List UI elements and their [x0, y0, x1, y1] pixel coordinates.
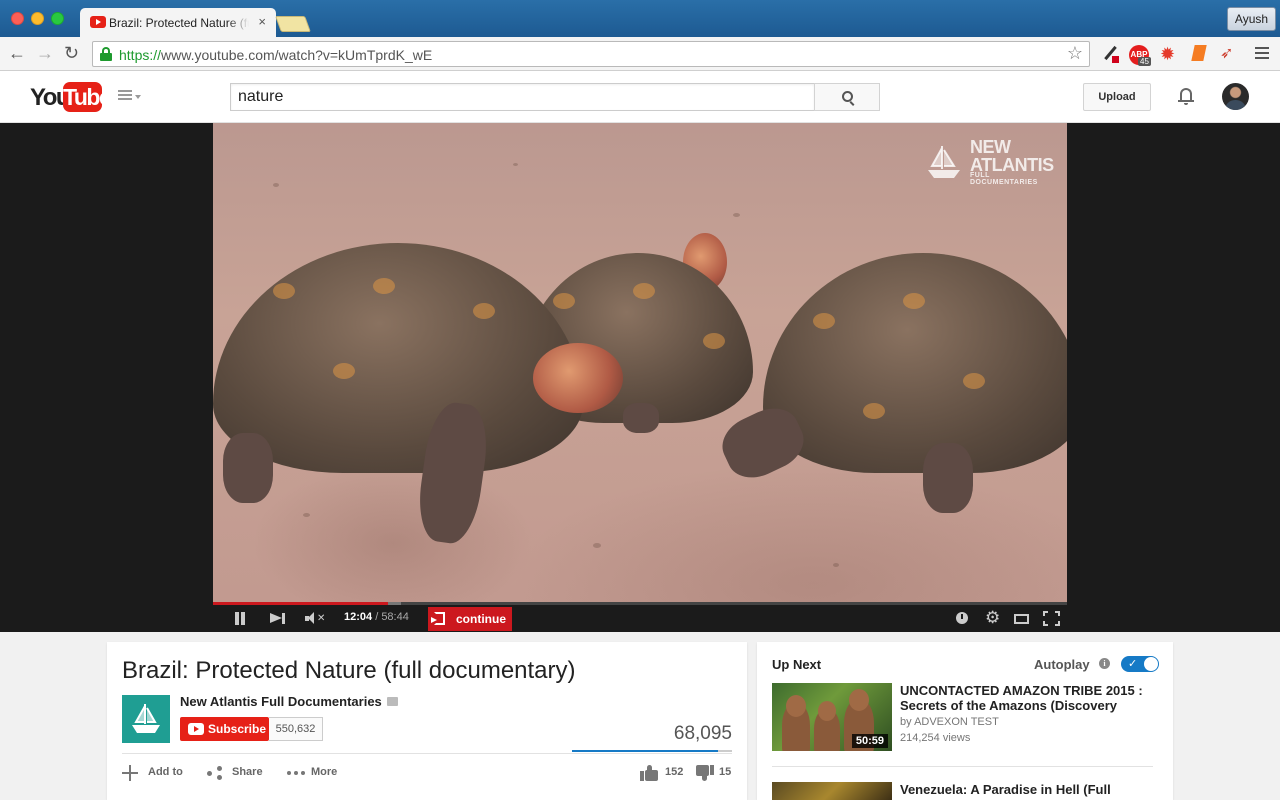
recommended-video-channel: by ADVEXON TEST: [900, 716, 999, 728]
pause-icon[interactable]: [233, 612, 247, 625]
muted-volume-icon[interactable]: ✕: [305, 612, 327, 625]
channel-watermark: NEW ATLANTIS FULL DOCUMENTARIES: [922, 136, 1054, 186]
divider: [772, 766, 1153, 767]
rocket-extension-icon[interactable]: ➶: [1220, 45, 1238, 63]
profile-button[interactable]: Ayush: [1227, 7, 1276, 31]
search-button[interactable]: [814, 83, 880, 111]
theater-mode-icon[interactable]: [1014, 614, 1029, 624]
eyedropper-extension-icon[interactable]: [1101, 45, 1119, 63]
window-minimize-button[interactable]: [31, 12, 44, 25]
forward-arrow-icon[interactable]: →: [36, 43, 54, 63]
guide-menu-icon[interactable]: [118, 90, 132, 102]
continue-label: continue: [456, 612, 506, 626]
video-frame[interactable]: [213, 123, 1067, 603]
reload-icon[interactable]: ↻: [64, 43, 79, 63]
subscriber-count: 550,632: [269, 717, 323, 741]
autoplay-label: Autoplay: [1034, 657, 1090, 672]
divider: [122, 753, 732, 754]
plus-icon[interactable]: [122, 765, 138, 781]
burst-extension-icon[interactable]: ✹: [1160, 45, 1178, 63]
user-avatar[interactable]: [1222, 83, 1249, 110]
adblock-count-badge: 45: [1138, 57, 1151, 66]
watermark-subtitle: FULL DOCUMENTARIES: [970, 172, 1038, 186]
youtube-play-icon: [188, 723, 204, 735]
tortoise-right: [703, 253, 1067, 523]
view-count: 68,095: [673, 723, 732, 744]
back-arrow-icon[interactable]: ←: [8, 43, 26, 63]
player-controls: ✕ 12:04 / 58:44 continue ⚙: [213, 605, 1067, 632]
window-maximize-button[interactable]: [51, 12, 64, 25]
subscribe-button[interactable]: Subscribe: [180, 717, 269, 741]
next-video-icon[interactable]: [270, 613, 286, 624]
ship-logo-icon: [928, 146, 960, 178]
time-display: 12:04 / 58:44: [344, 611, 409, 623]
secure-lock-icon: [100, 47, 112, 61]
recommended-video-title[interactable]: UNCONTACTED AMAZON TRIBE 2015 : Secrets …: [900, 683, 1160, 713]
like-ratio-bar: [572, 750, 732, 752]
dislike-count[interactable]: 15: [719, 766, 731, 778]
browser-toolbar: ← → ↻ https://www.youtube.com/watch?v=kU…: [0, 37, 1280, 71]
info-icon[interactable]: i: [1099, 658, 1110, 669]
more-dots-icon[interactable]: [287, 771, 305, 775]
duration: 58:44: [381, 611, 409, 623]
up-next-panel: Up Next Autoplay i ✓ 50:59 UNCONTACTED A…: [757, 642, 1173, 800]
notifications-bell-icon[interactable]: [1178, 87, 1194, 105]
video-title: Brazil: Protected Nature (full documenta…: [122, 657, 576, 684]
tortoise-left: [213, 243, 633, 547]
more-button[interactable]: More: [311, 766, 337, 778]
continue-icon: [431, 612, 445, 625]
url-text[interactable]: https://www.youtube.com/watch?v=kUmTprdK…: [119, 47, 432, 63]
recommended-video-title[interactable]: Venezuela: A Paradise in Hell (Full: [900, 782, 1160, 797]
like-count[interactable]: 152: [665, 766, 683, 778]
watch-later-icon[interactable]: [956, 612, 968, 624]
browser-menu-icon[interactable]: [1255, 47, 1269, 62]
current-time: 12:04: [344, 611, 373, 623]
guide-caret-icon[interactable]: [135, 95, 141, 99]
bookmark-extension-icon[interactable]: [1191, 45, 1207, 61]
toggle-knob: [1144, 657, 1158, 671]
bookmark-star-icon[interactable]: ☆: [1067, 43, 1083, 64]
thumbs-up-icon[interactable]: [640, 765, 658, 781]
share-button[interactable]: Share: [232, 766, 263, 778]
video-thumbnail[interactable]: [772, 782, 892, 800]
new-tab-button[interactable]: [275, 16, 311, 32]
duration-badge: 50:59: [851, 734, 888, 748]
settings-gear-icon[interactable]: ⚙: [985, 608, 1000, 628]
ship-logo-icon: [132, 704, 160, 733]
channel-name-link[interactable]: New Atlantis Full Documentaries: [180, 694, 382, 709]
tab-title: Brazil: Protected Nature (full documenta…: [109, 16, 249, 30]
browser-tab-active[interactable]: Brazil: Protected Nature (full documenta…: [80, 8, 276, 37]
up-next-heading: Up Next: [772, 657, 822, 672]
logo-tube-text: Tube: [63, 82, 112, 112]
video-thumbnail[interactable]: 50:59: [772, 683, 892, 751]
window-close-button[interactable]: [11, 12, 24, 25]
share-icon[interactable]: [207, 766, 223, 780]
fullscreen-icon[interactable]: [1043, 611, 1060, 626]
watermark-title: NEW ATLANTIS: [970, 137, 1054, 175]
youtube-header: You Tube Upload: [0, 71, 1280, 123]
browser-titlebar: Brazil: Protected Nature (full documenta…: [0, 0, 1280, 37]
subscribe-label: Subscribe: [208, 722, 267, 736]
continue-button[interactable]: continue: [428, 607, 512, 631]
tab-close-icon[interactable]: ×: [258, 14, 266, 29]
recommended-video-views: 214,254 views: [900, 732, 971, 744]
thumbs-down-icon[interactable]: [696, 765, 714, 781]
upload-button[interactable]: Upload: [1083, 83, 1151, 111]
autoplay-toggle[interactable]: ✓: [1121, 656, 1159, 672]
youtube-favicon-icon: [90, 16, 106, 28]
address-bar[interactable]: https://www.youtube.com/watch?v=kUmTprdK…: [92, 41, 1090, 67]
verified-icon: [387, 697, 398, 706]
search-icon: [842, 91, 853, 102]
search-input[interactable]: [230, 83, 815, 111]
channel-avatar[interactable]: [122, 695, 170, 743]
like-ratio-fill: [572, 750, 718, 752]
add-to-button[interactable]: Add to: [148, 766, 183, 778]
checkmark-icon: ✓: [1128, 658, 1138, 670]
video-info-card: Brazil: Protected Nature (full documenta…: [107, 642, 747, 800]
